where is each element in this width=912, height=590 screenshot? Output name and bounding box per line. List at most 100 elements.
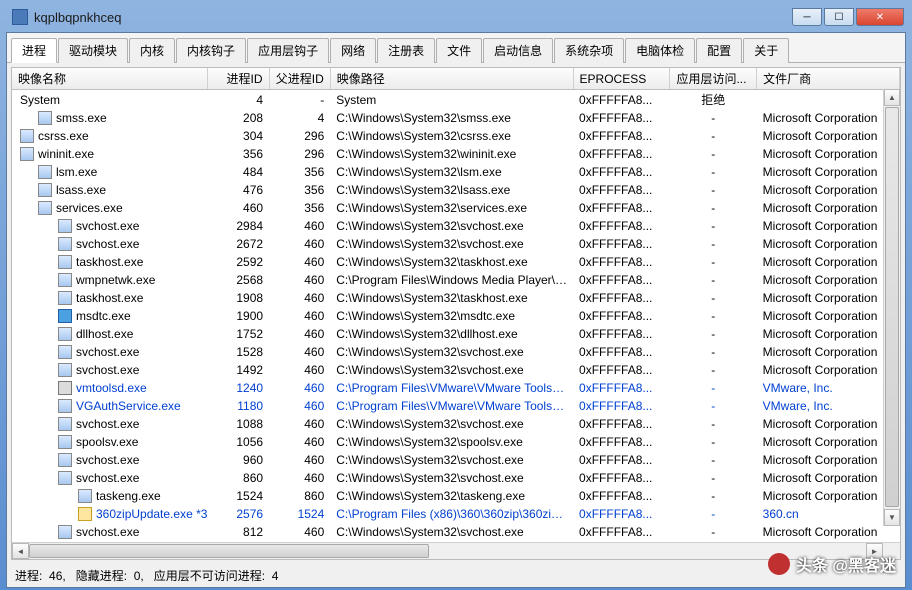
cell-vendor: Microsoft Corporation <box>757 145 900 163</box>
table-row[interactable]: taskeng.exe1524860C:\Windows\System32\ta… <box>12 487 900 505</box>
cell-pid: 4 <box>208 90 269 110</box>
cell-vendor: VMware, Inc. <box>757 379 900 397</box>
table-row[interactable]: svchost.exe812460C:\Windows\System32\svc… <box>12 523 900 541</box>
table-row[interactable]: dllhost.exe1752460C:\Windows\System32\dl… <box>12 325 900 343</box>
tab-11[interactable]: 配置 <box>696 38 742 63</box>
tab-2[interactable]: 内核 <box>129 38 175 63</box>
process-name: msdtc.exe <box>76 309 131 323</box>
window-body: 进程驱动模块内核内核钩子应用层钩子网络注册表文件启动信息系统杂项电脑体检配置关于… <box>6 32 906 588</box>
scroll-left-button[interactable]: ◄ <box>12 543 29 559</box>
tab-9[interactable]: 系统杂项 <box>554 38 624 63</box>
table-row[interactable]: services.exe460356C:\Windows\System32\se… <box>12 199 900 217</box>
table-row[interactable]: taskhost.exe2592460C:\Windows\System32\t… <box>12 253 900 271</box>
table-row[interactable]: wmpnetwk.exe2568460C:\Program Files\Wind… <box>12 271 900 289</box>
col-header-2[interactable]: 父进程ID <box>269 68 330 90</box>
tab-1[interactable]: 驱动模块 <box>58 38 128 63</box>
table-row[interactable]: svchost.exe2984460C:\Windows\System32\sv… <box>12 217 900 235</box>
col-header-0[interactable]: 映像名称 <box>12 68 208 90</box>
col-header-3[interactable]: 映像路径 <box>330 68 573 90</box>
table-row[interactable]: lsm.exe484356C:\Windows\System32\lsm.exe… <box>12 163 900 181</box>
cell-app: - <box>670 181 757 199</box>
cell-vendor: Microsoft Corporation <box>757 487 900 505</box>
cell-pid: 1088 <box>208 415 269 433</box>
cell-vendor: Microsoft Corporation <box>757 235 900 253</box>
status-app-label: 应用层不可访问进程: <box>154 569 265 583</box>
tab-4[interactable]: 应用层钩子 <box>247 38 329 63</box>
table-row[interactable]: csrss.exe304296C:\Windows\System32\csrss… <box>12 127 900 145</box>
table-row[interactable]: VGAuthService.exe1180460C:\Program Files… <box>12 397 900 415</box>
tab-10[interactable]: 电脑体检 <box>625 38 695 63</box>
process-name: svchost.exe <box>76 237 139 251</box>
cell-ep: 0xFFFFFA8... <box>573 487 670 505</box>
status-hidden-label: 隐藏进程: <box>76 569 127 583</box>
cell-ppid: 296 <box>269 145 330 163</box>
cell-ppid: 460 <box>269 379 330 397</box>
table-row[interactable]: wininit.exe356296C:\Windows\System32\win… <box>12 145 900 163</box>
cell-path: C:\Windows\System32\msdtc.exe <box>330 307 573 325</box>
table-row[interactable]: System4-System0xFFFFFA8...拒绝 <box>12 90 900 110</box>
cell-ep: 0xFFFFFA8... <box>573 181 670 199</box>
col-header-4[interactable]: EPROCESS <box>573 68 670 90</box>
table-row[interactable]: dwm.exe1964812C:\Windows\System32\dwm.ex… <box>12 541 900 542</box>
table-row[interactable]: lsass.exe476356C:\Windows\System32\lsass… <box>12 181 900 199</box>
maximize-button[interactable]: ☐ <box>824 8 854 26</box>
cell-path: C:\Windows\System32\taskhost.exe <box>330 289 573 307</box>
table-row[interactable]: svchost.exe960460C:\Windows\System32\svc… <box>12 451 900 469</box>
horizontal-scrollbar[interactable]: ◄ ► <box>12 542 900 559</box>
process-icon <box>58 381 72 395</box>
cell-vendor: 360.cn <box>757 505 900 523</box>
table-row[interactable]: 360zipUpdate.exe *3225761524C:\Program F… <box>12 505 900 523</box>
table-row[interactable]: msdtc.exe1900460C:\Windows\System32\msdt… <box>12 307 900 325</box>
table-row[interactable]: svchost.exe1528460C:\Windows\System32\sv… <box>12 343 900 361</box>
table-row[interactable]: spoolsv.exe1056460C:\Windows\System32\sp… <box>12 433 900 451</box>
cell-vendor: VMware, Inc. <box>757 397 900 415</box>
vertical-scrollbar[interactable]: ▲ ▼ <box>883 89 900 526</box>
table-row[interactable]: vmtoolsd.exe1240460C:\Program Files\VMwa… <box>12 379 900 397</box>
cell-path: C:\Windows\System32\dwm.exe <box>330 541 573 542</box>
cell-app: - <box>670 361 757 379</box>
cell-app: - <box>670 433 757 451</box>
process-name: csrss.exe <box>38 129 89 143</box>
table-row[interactable]: svchost.exe860460C:\Windows\System32\svc… <box>12 469 900 487</box>
table-row[interactable]: taskhost.exe1908460C:\Windows\System32\t… <box>12 289 900 307</box>
process-icon <box>58 399 72 413</box>
cell-app: - <box>670 163 757 181</box>
cell-pid: 460 <box>208 199 269 217</box>
cell-vendor: Microsoft Corporation <box>757 289 900 307</box>
vscroll-thumb[interactable] <box>885 107 899 507</box>
tab-6[interactable]: 注册表 <box>377 38 435 63</box>
process-icon <box>38 201 52 215</box>
cell-app: - <box>670 541 757 542</box>
cell-app: 拒绝 <box>670 90 757 110</box>
cell-ppid: 460 <box>269 307 330 325</box>
cell-pid: 812 <box>208 523 269 541</box>
table-row[interactable]: svchost.exe2672460C:\Windows\System32\sv… <box>12 235 900 253</box>
process-icon <box>58 363 72 377</box>
cell-app: - <box>670 235 757 253</box>
cell-vendor: Microsoft Corporation <box>757 109 900 127</box>
tab-8[interactable]: 启动信息 <box>483 38 553 63</box>
table-row[interactable]: svchost.exe1492460C:\Windows\System32\sv… <box>12 361 900 379</box>
cell-pid: 2576 <box>208 505 269 523</box>
tab-5[interactable]: 网络 <box>330 38 376 63</box>
tab-7[interactable]: 文件 <box>436 38 482 63</box>
col-header-6[interactable]: 文件厂商 <box>757 68 900 90</box>
close-button[interactable]: ✕ <box>856 8 904 26</box>
tab-0[interactable]: 进程 <box>11 38 57 63</box>
table-row[interactable]: svchost.exe1088460C:\Windows\System32\sv… <box>12 415 900 433</box>
hscroll-track[interactable] <box>29 543 866 559</box>
cell-pid: 356 <box>208 145 269 163</box>
scroll-down-button[interactable]: ▼ <box>884 509 900 526</box>
scroll-up-button[interactable]: ▲ <box>884 89 900 106</box>
cell-ep: 0xFFFFFA8... <box>573 397 670 415</box>
col-header-5[interactable]: 应用层访问... <box>670 68 757 90</box>
col-header-1[interactable]: 进程ID <box>208 68 269 90</box>
tab-3[interactable]: 内核钩子 <box>176 38 246 63</box>
table-row[interactable]: smss.exe2084C:\Windows\System32\smss.exe… <box>12 109 900 127</box>
tab-12[interactable]: 关于 <box>743 38 789 63</box>
hscroll-thumb[interactable] <box>29 544 429 558</box>
cell-ep: 0xFFFFFA8... <box>573 145 670 163</box>
process-name: 360zipUpdate.exe *32 <box>96 507 208 521</box>
minimize-button[interactable]: ─ <box>792 8 822 26</box>
process-icon <box>58 237 72 251</box>
